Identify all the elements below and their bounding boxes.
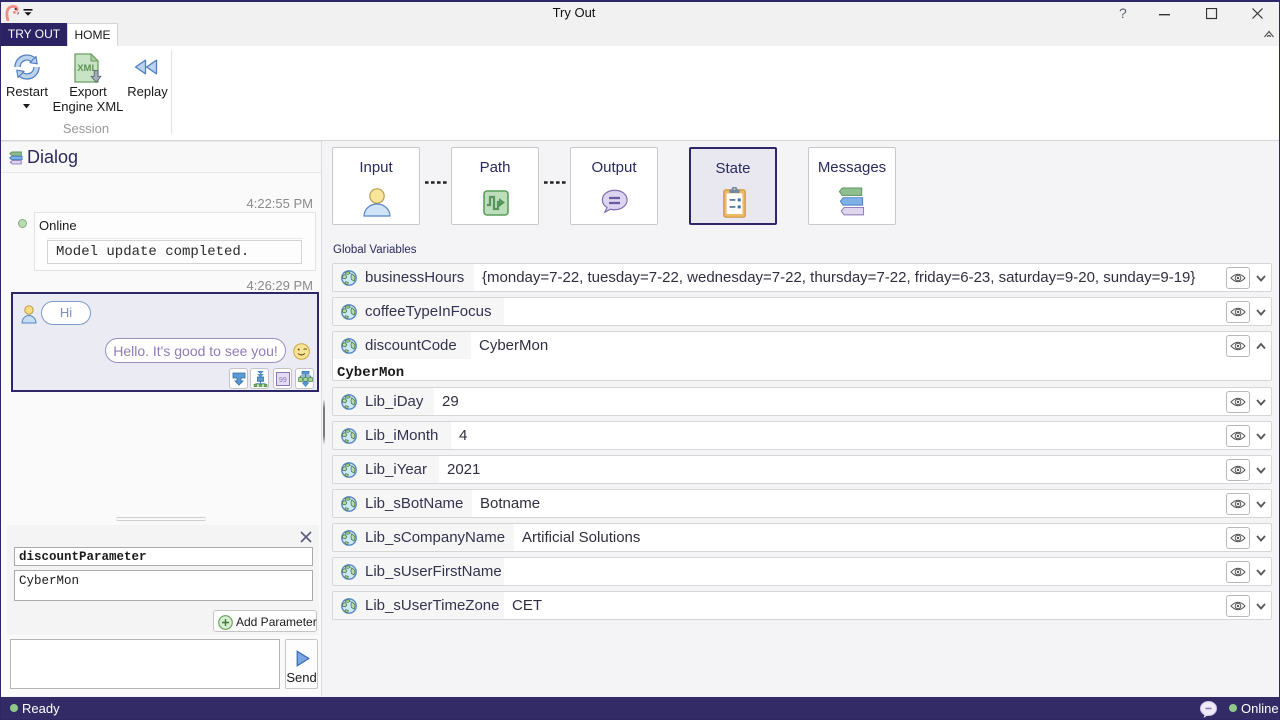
svg-text:99: 99 bbox=[279, 377, 287, 384]
